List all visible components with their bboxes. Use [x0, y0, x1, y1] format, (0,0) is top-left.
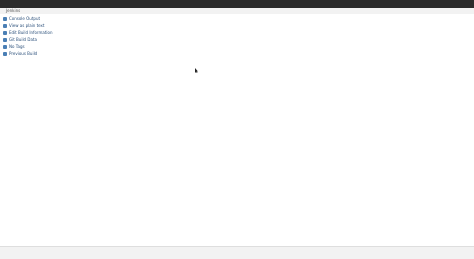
sidebar-item-label: No Tags: [9, 44, 25, 49]
mouse-cursor-icon: [195, 68, 198, 73]
page-footer: [0, 246, 474, 259]
document-icon: [3, 24, 7, 28]
tag-icon: [3, 45, 7, 49]
arrow-left-icon: [3, 52, 7, 56]
git-icon: [3, 38, 7, 42]
sidebar-item-console-output[interactable]: Console Output: [3, 16, 40, 22]
sidebar-item-git-build-data[interactable]: Git Build Data: [3, 37, 37, 43]
main-content: [74, 14, 474, 246]
sidebar-item-label: Edit Build Information: [9, 30, 53, 35]
edit-icon: [3, 31, 7, 35]
sidebar-item-label: Git Build Data: [9, 37, 37, 42]
sidebar-item-label: Previous Build: [9, 51, 38, 56]
sidebar-item-label: Console Output: [9, 16, 41, 21]
sidebar-item-plain-text[interactable]: View as plain text: [3, 23, 44, 29]
terminal-icon: [3, 17, 7, 21]
window-header: [0, 0, 474, 8]
sidebar-item-no-tags[interactable]: No Tags: [3, 44, 25, 50]
sidebar-item-edit-build-info[interactable]: Edit Build Information: [3, 30, 52, 36]
sidebar-item-previous-build[interactable]: Previous Build: [3, 51, 37, 57]
sidebar: Console Output View as plain text Edit B…: [0, 14, 74, 246]
console-output[interactable]: [76, 14, 474, 246]
sidebar-item-label: View as plain text: [9, 23, 45, 28]
